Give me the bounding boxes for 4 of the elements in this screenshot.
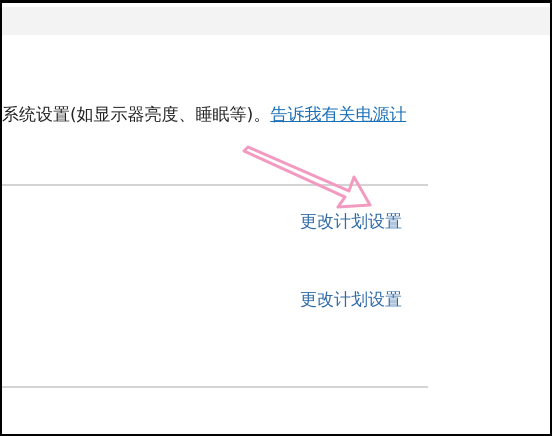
power-plan-link[interactable]: 告诉我有关电源计 (270, 105, 406, 125)
change-plan-settings-link[interactable]: 更改计划设置 (300, 210, 402, 234)
description-text: 系统设置(如显示器亮度、睡眠等)。告诉我有关电源计 (2, 104, 408, 127)
change-plan-settings-link[interactable]: 更改计划设置 (300, 288, 402, 312)
